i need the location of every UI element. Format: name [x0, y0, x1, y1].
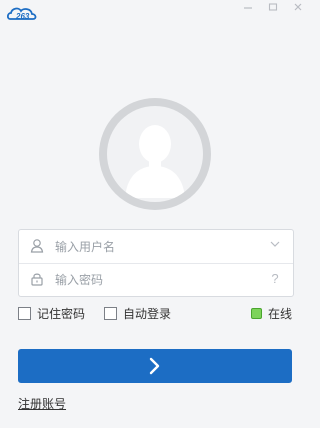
username-row [19, 230, 293, 264]
login-options: 记住密码 自动登录 在线 [18, 305, 292, 321]
username-dropdown-button[interactable] [267, 238, 283, 254]
online-status-icon [250, 308, 262, 319]
auto-login-option[interactable]: 自动登录 [104, 305, 171, 322]
password-row: ? [19, 263, 293, 296]
remember-password-checkbox[interactable] [18, 307, 31, 320]
maximize-icon [268, 3, 277, 11]
maximize-button[interactable] [266, 0, 279, 14]
title-bar: 263 [0, 0, 310, 30]
status-selector[interactable]: 在线 [250, 305, 292, 322]
logo-text: 263 [15, 12, 30, 21]
password-help-button[interactable]: ? [267, 271, 283, 287]
chevron-down-icon [270, 241, 280, 247]
remember-password-option[interactable]: 记住密码 [18, 305, 85, 322]
close-button[interactable] [291, 0, 304, 14]
minimize-icon [243, 7, 252, 9]
login-form: ? [18, 229, 294, 297]
minimize-button[interactable] [241, 0, 254, 14]
username-input[interactable] [53, 236, 257, 258]
user-avatar-icon [125, 125, 185, 198]
remember-password-label: 记住密码 [37, 307, 86, 321]
close-icon [294, 3, 301, 11]
chevron-right-icon [149, 357, 160, 375]
login-button[interactable] [18, 349, 292, 383]
avatar-frame [107, 106, 203, 202]
lock-icon [29, 271, 45, 287]
register-link[interactable]: 注册账号 [18, 395, 66, 412]
app-logo: 263 [6, 4, 44, 24]
user-icon [29, 238, 45, 254]
auto-login-label: 自动登录 [123, 307, 172, 321]
avatar[interactable] [99, 98, 211, 210]
status-label: 在线 [267, 307, 292, 321]
password-input[interactable] [53, 269, 257, 291]
auto-login-checkbox[interactable] [104, 307, 117, 320]
question-icon: ? [271, 271, 279, 286]
